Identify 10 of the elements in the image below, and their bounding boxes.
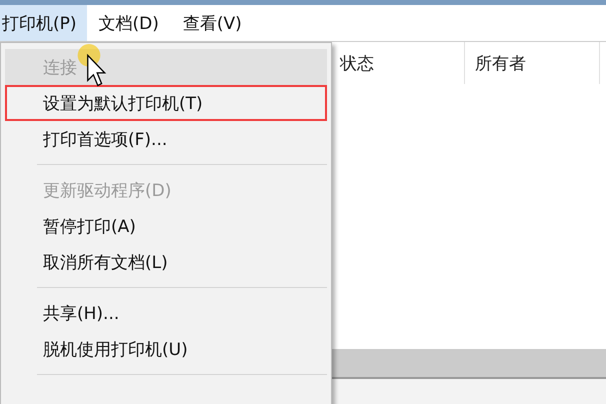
menu-title[interactable]: 查看(V) xyxy=(170,5,254,41)
menu-item[interactable]: 打印首选项(F)... xyxy=(5,121,327,157)
menu-item[interactable]: 设置为默认打印机(T) xyxy=(5,85,327,121)
menu-item[interactable]: 暂停打印(A) xyxy=(5,208,327,244)
menu-title[interactable]: 打印机(P) xyxy=(0,5,87,41)
menu-item[interactable]: 脱机使用打印机(U) xyxy=(5,331,327,367)
menu-item[interactable]: 取消所有文档(L) xyxy=(5,244,327,280)
menu-item[interactable]: 共享(H)... xyxy=(5,295,327,331)
menu-title[interactable]: 文档(D) xyxy=(86,5,171,41)
column-header[interactable]: 所有者 xyxy=(465,42,600,84)
